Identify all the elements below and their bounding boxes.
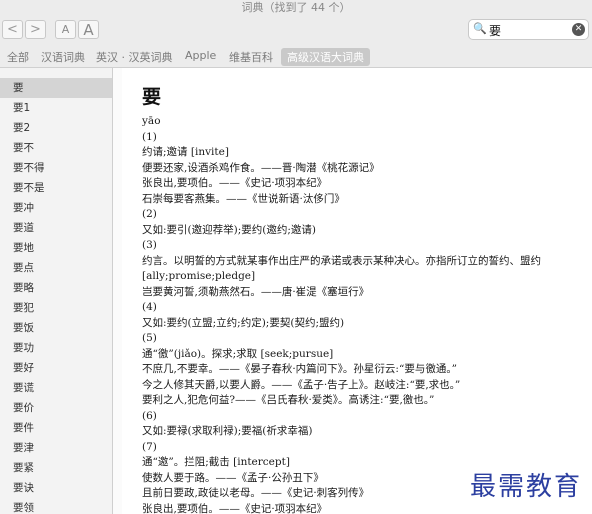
search-field[interactable]: 🔍 要 ✕: [468, 19, 589, 40]
definition-line: (4): [142, 301, 157, 313]
definition-line: yāo: [142, 115, 161, 127]
pane-splitter[interactable]: [113, 68, 122, 514]
definition-line: 通“徼”(jiǎo)。探求;求取 [seek;pursue]: [142, 347, 334, 360]
result-item[interactable]: 要不是: [0, 178, 112, 198]
entry-headword: 要: [142, 86, 162, 108]
definition-line: 又如:要约(立盟;立约;约定);要契(契约;盟约): [142, 316, 345, 329]
result-item[interactable]: 要件: [0, 418, 112, 438]
toolbar: 词典（找到了 44 个） < > A A 🔍 要 ✕: [0, 0, 592, 44]
result-item[interactable]: 要功: [0, 338, 112, 358]
definition-line: 又如:要禄(求取利禄);要福(祈求幸福): [142, 425, 313, 437]
forward-button[interactable]: >: [25, 20, 46, 39]
result-item[interactable]: 要冲: [0, 198, 112, 218]
definition-line: 约言。以明誓的方式就某事作出庄严的承诺或表示某种决心。亦指所订立的誓约、盟约: [142, 254, 541, 267]
result-item[interactable]: 要道: [0, 218, 112, 238]
tab-advanced-chinese-dictionary[interactable]: 高级汉语大词典: [281, 48, 370, 66]
nav-buttons: < >: [2, 20, 48, 39]
font-smaller-button[interactable]: A: [55, 20, 76, 39]
result-item[interactable]: 要津: [0, 438, 112, 458]
entry-content: 要 yāo (1) 约请;邀请 [invite] 便要还家,设酒杀鸡作食。——晋·陶潜…: [122, 68, 592, 514]
tab-all[interactable]: 全部: [7, 49, 29, 65]
definition-line: [ally;promise;pledge]: [142, 270, 256, 282]
watermark-text: 最需教育: [470, 472, 583, 502]
results-sidebar: 要要1 要2 要不 要不得 要不是 要冲 要道 要地 要点 要略 要犯 要饭 要功 要好 要谎 要价 要件 要津要…: [0, 68, 113, 514]
result-item[interactable]: 要诀: [0, 478, 112, 498]
definition-line: 约请;邀请 [invite]: [142, 146, 229, 158]
definition-line: (3): [142, 239, 157, 251]
result-item[interactable]: 要地: [0, 238, 112, 258]
definition-line: 张良出,要项伯。——《史记·项羽本纪》: [142, 502, 328, 514]
definition-line: 石崇每要客燕集。——《世说新语·汰侈门》: [142, 192, 345, 205]
definition-line: (2): [142, 208, 157, 220]
definition-line: (1): [142, 130, 157, 143]
result-item[interactable]: 要紧: [0, 458, 112, 478]
entry-definition: yāo (1) 约请;邀请 [invite] 便要还家,设酒杀鸡作食。——晋·陶潜《桃…: [142, 114, 587, 514]
result-item[interactable]: 要2: [0, 118, 112, 138]
definition-line: (5): [142, 332, 157, 344]
search-query[interactable]: 要: [489, 22, 501, 39]
definition-line: (7): [142, 440, 157, 453]
result-item[interactable]: 要1: [0, 98, 112, 118]
tab-chinese-english[interactable]: 英汉 · 汉英词典: [96, 49, 173, 65]
search-icon: 🔍: [473, 22, 487, 35]
results-list: 要要1 要2 要不 要不得 要不是 要冲 要道 要地 要点 要略 要犯 要饭 要功 要好 要谎 要价 要件 要津要…: [0, 78, 112, 514]
tab-chinese-dictionary[interactable]: 汉语词典: [41, 49, 85, 65]
definition-line: 今之人修其天爵,以要人爵。——《孟子·告子上》。赵岐注:“要,求也。”: [142, 378, 461, 391]
tab-wikipedia[interactable]: 维基百科: [229, 49, 273, 65]
definition-line: 便要还家,设酒杀鸡作食。——晋·陶潜《桃花源记》: [142, 161, 380, 174]
result-item[interactable]: 要谎: [0, 378, 112, 398]
definition-line: (6): [142, 409, 157, 422]
tab-apple[interactable]: Apple: [185, 49, 216, 62]
result-item[interactable]: 要不得: [0, 158, 112, 178]
window-title: 词典（找到了 44 个）: [241, 1, 351, 14]
back-button[interactable]: <: [2, 20, 23, 39]
definition-line: 要利之人,犯危何益?——《吕氏春秋·爱类》。高诱注:“要,徼也。”: [142, 394, 435, 406]
result-item[interactable]: 要犯: [0, 298, 112, 318]
definition-line: 岂要黄河誓,须勒燕然石。——唐·崔湜《塞垣行》: [142, 285, 370, 298]
result-item[interactable]: 要不: [0, 138, 112, 158]
font-larger-button[interactable]: A: [78, 20, 99, 39]
result-item[interactable]: 要好: [0, 358, 112, 378]
result-item[interactable]: 要点: [0, 258, 112, 278]
dictionary-tabs: 全部 汉语词典 英汉 · 汉英词典 Apple 维基百科 高级汉语大词典: [0, 44, 592, 68]
font-size-buttons: A A: [55, 20, 101, 39]
definition-line: 又如:要引(邀迎荐举);要约(邀约;邀请): [142, 223, 316, 236]
result-item[interactable]: 要饭: [0, 318, 112, 338]
result-item[interactable]: 要: [0, 78, 112, 98]
result-item[interactable]: 要略: [0, 278, 112, 298]
definition-line: 张良出,要项伯。——《史记·项羽本纪》: [142, 177, 328, 189]
clear-search-icon[interactable]: ✕: [572, 23, 585, 36]
result-item[interactable]: 要领: [0, 498, 112, 514]
definition-line: 不庶几,不要幸。——《晏子春秋·内篇问下》。孙星衍云:“要与徼通。”: [142, 363, 457, 375]
result-item[interactable]: 要价: [0, 398, 112, 418]
